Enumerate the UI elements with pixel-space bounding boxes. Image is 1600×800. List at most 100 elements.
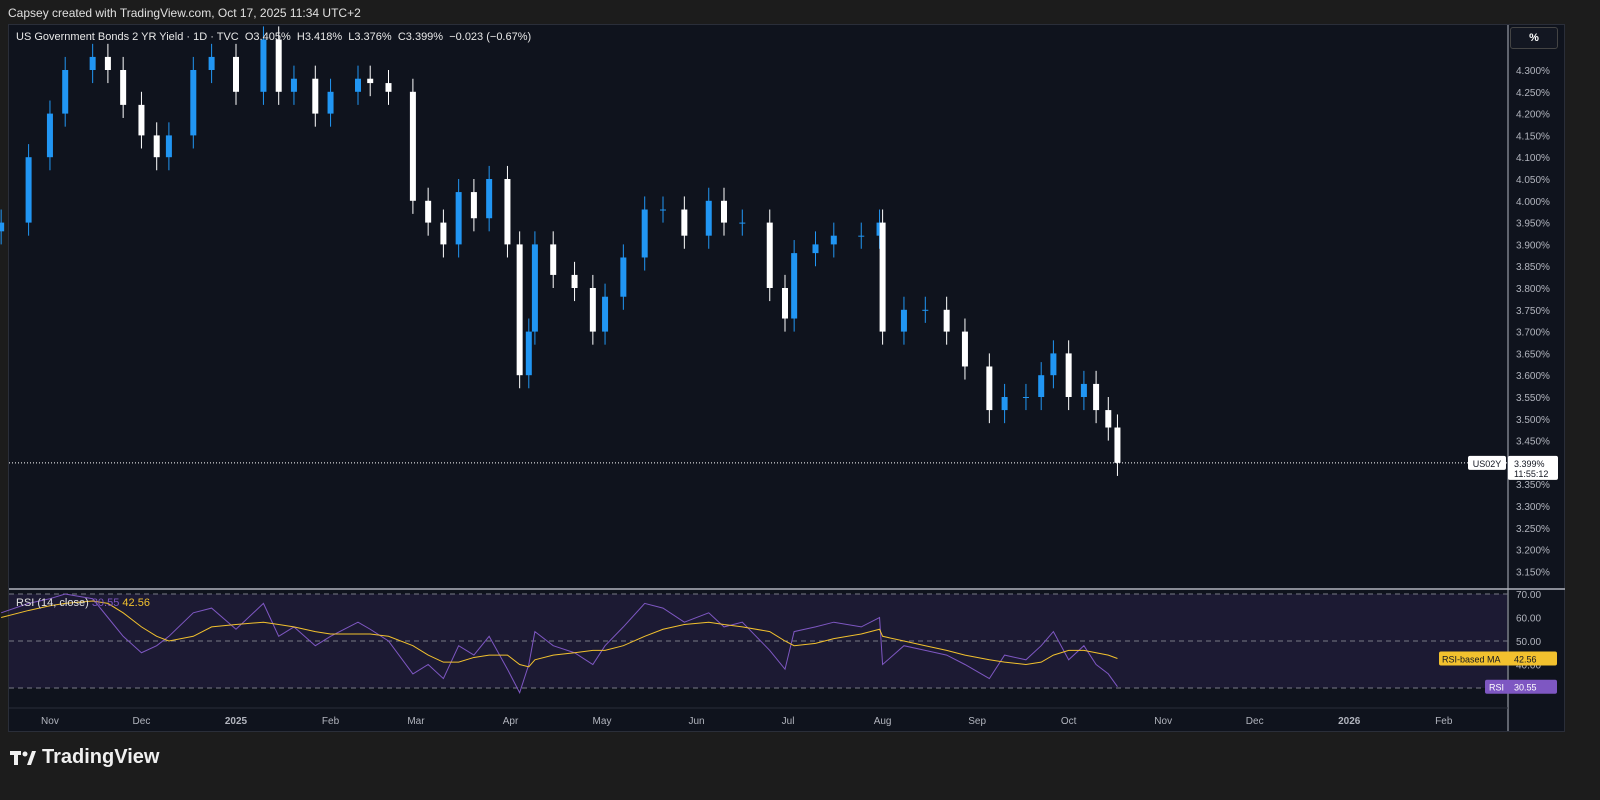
tradingview-logo-icon	[10, 750, 36, 765]
candle-body	[531, 244, 538, 332]
candle-body	[571, 274, 578, 288]
price-tick: 3.500%	[1516, 415, 1550, 426]
candle-body	[153, 135, 160, 158]
time-tick: Nov	[1154, 716, 1172, 727]
candle-body	[89, 56, 96, 70]
candle-body	[0, 222, 5, 232]
candle-body	[525, 331, 532, 376]
price-tick: 4.300%	[1516, 66, 1550, 77]
candle-body	[425, 200, 432, 223]
candle-body	[1093, 383, 1100, 411]
candle-body	[739, 222, 746, 224]
candle-body	[589, 288, 596, 332]
time-tick: Mar	[407, 716, 425, 727]
candle-body	[46, 113, 53, 158]
high-value: H3.418%	[296, 31, 343, 43]
time-tick: Nov	[41, 716, 59, 727]
price-tick: 4.000%	[1516, 197, 1550, 208]
candle-body	[312, 78, 319, 114]
candle-body	[385, 83, 392, 92]
time-tick: Feb	[322, 716, 340, 727]
time-tick: 2025	[225, 716, 248, 727]
price-tick: 3.600%	[1516, 371, 1550, 382]
candle-body	[1080, 383, 1087, 397]
symbol-name: US Government Bonds 2 YR Yield · 1D · TV…	[16, 31, 239, 43]
candle-body	[290, 78, 297, 92]
rsi-ma-badge-label: RSI-based MA	[1442, 654, 1501, 664]
time-tick: Dec	[1246, 716, 1264, 727]
time-tick: Dec	[133, 716, 151, 727]
rsi-tick: 70.00	[1516, 590, 1541, 601]
price-tick: 3.800%	[1516, 284, 1550, 295]
close-value: C3.399%	[397, 31, 444, 43]
candle-body	[986, 366, 993, 411]
price-tick: 4.050%	[1516, 175, 1550, 186]
candle-body	[1050, 353, 1057, 376]
candle-body	[275, 39, 282, 92]
candle-body	[961, 331, 968, 367]
price-tick: 3.350%	[1516, 480, 1550, 491]
candle-body	[138, 104, 145, 136]
countdown-value: 11:55:12	[1514, 469, 1548, 479]
candle-body	[641, 209, 648, 258]
price-tick: 3.550%	[1516, 393, 1550, 404]
candle-body	[1105, 410, 1112, 428]
candle-body	[705, 200, 712, 236]
time-tick: 2026	[1338, 716, 1361, 727]
price-tick: 3.200%	[1516, 546, 1550, 557]
candle-body	[782, 288, 788, 319]
candle-body	[470, 192, 477, 219]
candle-body	[943, 309, 950, 332]
price-tick: 3.650%	[1516, 349, 1550, 360]
price-tick: 3.700%	[1516, 328, 1550, 339]
candle-body	[120, 70, 127, 105]
logo-text: TradingView	[42, 746, 160, 768]
time-tick: Jun	[688, 716, 704, 727]
candle-body	[830, 235, 837, 245]
price-tick: 4.200%	[1516, 110, 1550, 121]
candle-body	[440, 222, 447, 245]
candle-body	[1065, 353, 1072, 397]
candle-body	[62, 70, 69, 114]
candle-body	[355, 78, 361, 92]
rsi-tick: 50.00	[1516, 637, 1541, 648]
time-tick: Aug	[874, 716, 892, 727]
low-value: L3.376%	[348, 31, 392, 43]
rsi-value: 30.55	[91, 597, 120, 609]
candle-body	[602, 296, 609, 332]
time-tick: Sep	[968, 716, 986, 727]
candle-body	[1001, 397, 1008, 411]
ticker-label: US02Y	[1473, 459, 1502, 469]
candle-body	[516, 244, 523, 376]
candle-body	[1114, 427, 1121, 463]
price-chart[interactable]: 4.300% 4.250% 4.200% 4.150% 4.100% 4.050% 4.00…	[0, 0, 1600, 800]
price-tick: 4.100%	[1516, 153, 1550, 164]
candle-body	[260, 39, 267, 92]
time-tick: Oct	[1061, 716, 1077, 727]
price-tick: 3.250%	[1516, 524, 1550, 535]
price-tick: 3.750%	[1516, 306, 1550, 317]
candle-body	[766, 222, 773, 288]
last-price-value: 3.399%	[1514, 459, 1545, 469]
candle-body	[1022, 397, 1029, 398]
price-tick: 3.300%	[1516, 502, 1550, 513]
candle-body	[721, 200, 727, 223]
time-tick: Jul	[782, 716, 795, 727]
price-tick: 4.150%	[1516, 131, 1550, 142]
candle-body	[620, 257, 627, 297]
candle-body	[165, 135, 172, 158]
candle-body	[900, 309, 907, 332]
symbol-legend: US Government Bonds 2 YR Yield · 1D · TV…	[16, 31, 531, 43]
candle-body	[858, 235, 865, 237]
rsi-ma-value: 42.56	[122, 597, 150, 609]
open-value: O3.405%	[244, 31, 291, 43]
price-tick: 3.850%	[1516, 262, 1550, 273]
candle-body	[233, 56, 239, 92]
candle-body	[327, 91, 334, 114]
candle-body	[455, 192, 462, 245]
time-tick: May	[593, 716, 612, 727]
candle-body	[879, 222, 886, 332]
candle-body	[812, 244, 819, 254]
candle-body	[550, 244, 557, 275]
rsi-ma-badge-value: 42.56	[1514, 654, 1537, 664]
